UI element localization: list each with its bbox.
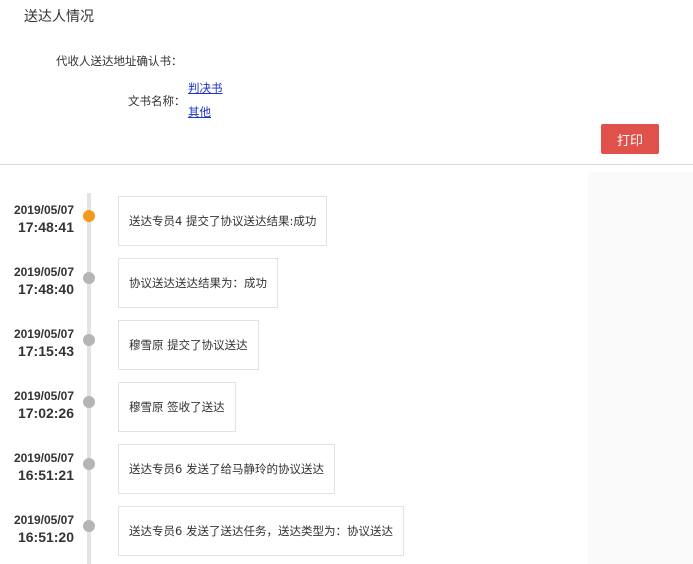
timeline-date: 2019/05/07 <box>13 513 74 527</box>
timeline-event-card: 送达专员6 发送了送达任务，送达类型为：协议送达 <box>118 506 404 556</box>
timeline-event-card: 协议送达送达结果为：成功 <box>118 258 278 308</box>
timeline-event-card: 穆雪原 签收了送达 <box>118 382 236 432</box>
timeline-item: 2019/05/07 16:51:21 送达专员6 发送了给马静玲的协议送达 <box>0 444 693 500</box>
timeline-dot-active-icon <box>83 210 95 222</box>
timeline-date: 2019/05/07 <box>13 265 74 279</box>
timeline-date: 2019/05/07 <box>13 327 74 341</box>
document-link-other[interactable]: 其他 <box>188 104 211 120</box>
timeline-event-card: 送达专员6 发送了给马静玲的协议送达 <box>118 444 335 494</box>
timeline-item: 2019/05/07 16:51:20 送达专员6 发送了送达任务，送达类型为：… <box>0 506 693 562</box>
timeline-dot-icon <box>83 520 95 532</box>
section-divider <box>0 164 693 165</box>
timeline-item: 2019/05/07 17:15:43 穆雪原 提交了协议送达 <box>0 320 693 376</box>
timeline-dot-icon <box>83 458 95 470</box>
timeline-time: 17:02:26 <box>17 405 74 421</box>
timeline-item: 2019/05/07 17:48:41 送达专员4 提交了协议送达结果:成功 <box>0 196 693 252</box>
timeline-time: 17:48:40 <box>17 281 74 297</box>
document-link-judgment[interactable]: 判决书 <box>188 80 223 96</box>
timeline-dot-icon <box>83 396 95 408</box>
page-title: 送达人情况 <box>24 9 94 25</box>
timeline-dot-icon <box>83 272 95 284</box>
timeline-event-card: 穆雪原 提交了协议送达 <box>118 320 259 370</box>
timeline-dot-icon <box>83 334 95 346</box>
proxy-address-confirmation-label: 代收人送达地址确认书： <box>56 54 183 68</box>
timeline-time: 16:51:20 <box>17 529 74 545</box>
timeline-time: 17:15:43 <box>17 343 74 359</box>
timeline-date: 2019/05/07 <box>13 389 74 403</box>
print-button[interactable]: 打印 <box>601 124 659 154</box>
timeline-item: 2019/05/07 17:02:26 穆雪原 签收了送达 <box>0 382 693 438</box>
document-name-label: 文书名称： <box>128 94 186 108</box>
timeline-time: 17:48:41 <box>17 219 74 235</box>
timeline-time: 16:51:21 <box>17 467 74 483</box>
timeline-item: 2019/05/07 17:48:40 协议送达送达结果为：成功 <box>0 258 693 314</box>
timeline-date: 2019/05/07 <box>13 451 74 465</box>
timeline-event-card: 送达专员4 提交了协议送达结果:成功 <box>118 196 328 246</box>
timeline-date: 2019/05/07 <box>13 203 74 217</box>
